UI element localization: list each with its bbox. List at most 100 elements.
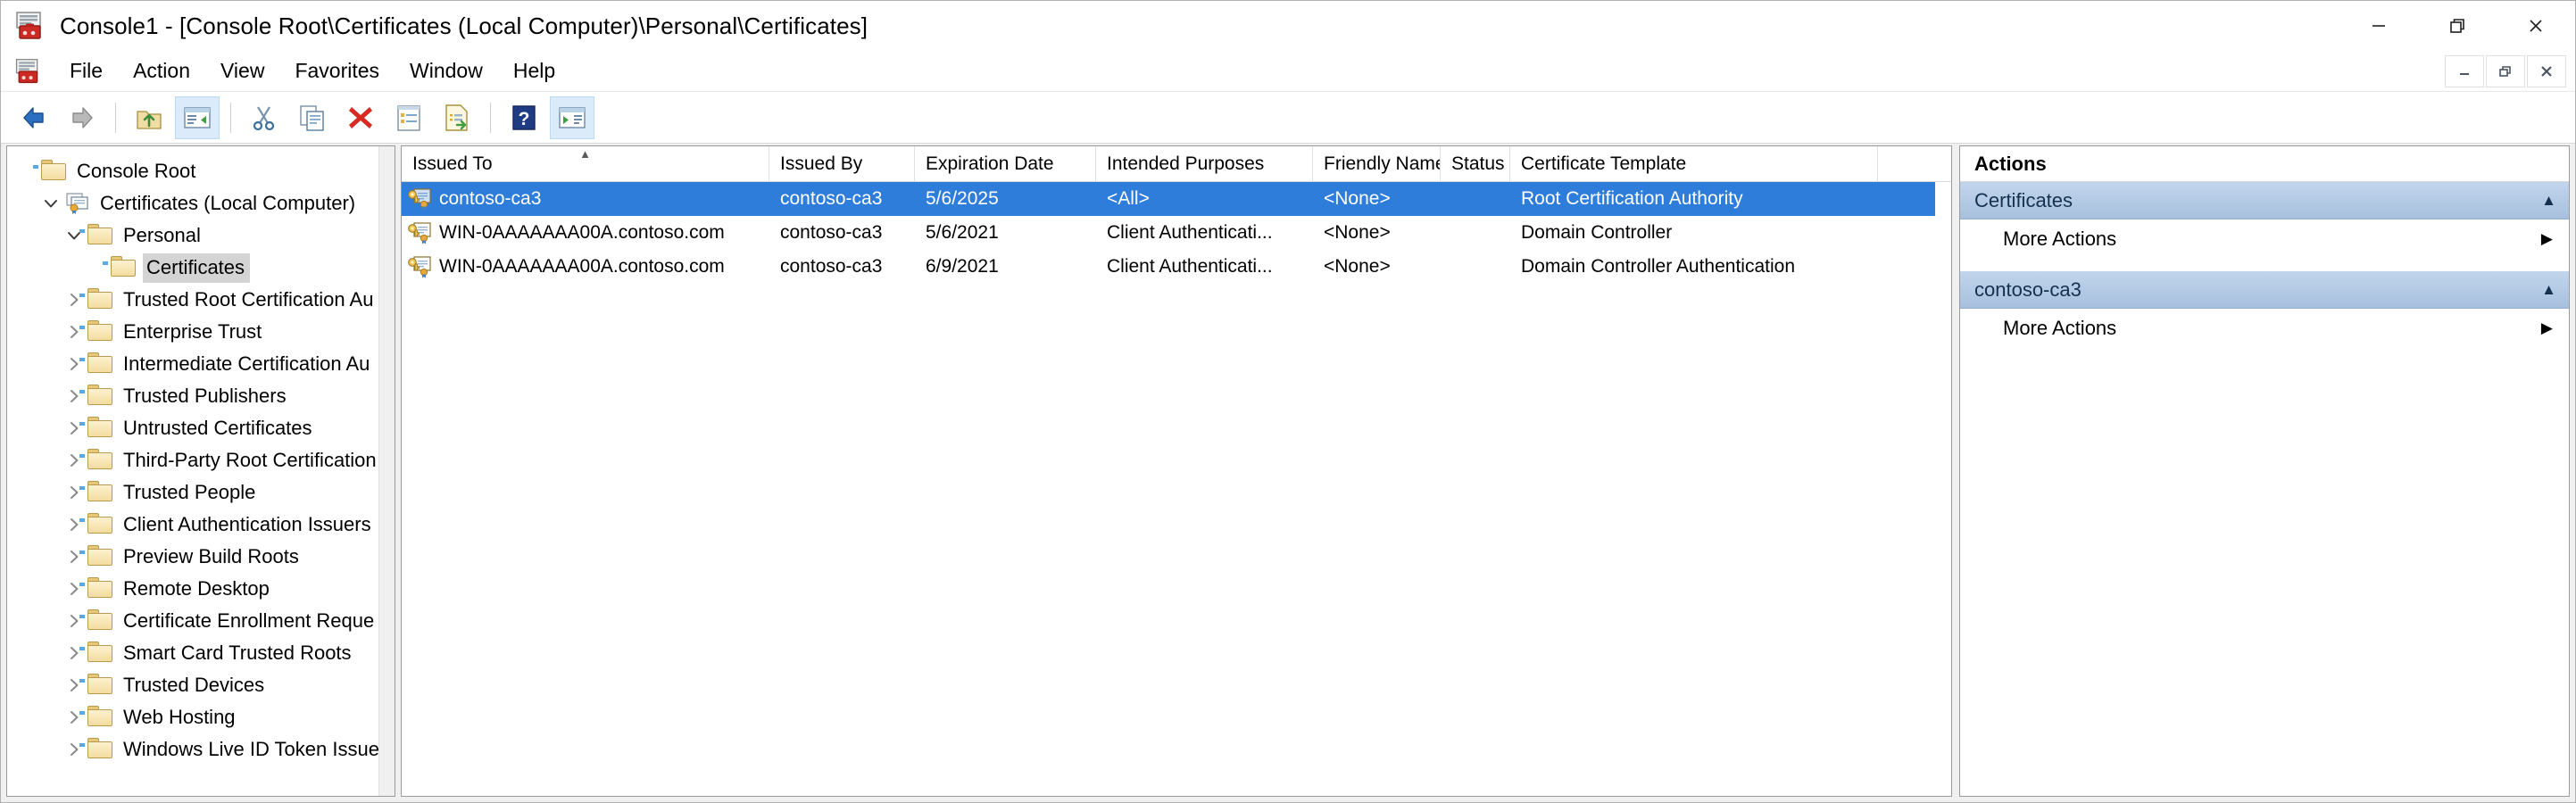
menu-item-favorites[interactable]: Favorites — [279, 54, 395, 88]
toolbar-separator — [490, 103, 491, 133]
column-header-friendly-name[interactable]: Friendly Name — [1313, 146, 1441, 181]
actions-group-header[interactable]: contoso-ca3▲ — [1960, 271, 2569, 309]
toolbar-separator — [230, 103, 231, 133]
column-header-expiration-date[interactable]: Expiration Date — [915, 146, 1096, 181]
tree-item-smart-card-trusted-roots[interactable]: Smart Card Trusted Roots — [7, 637, 395, 669]
cell-expiration-date: 6/9/2021 — [915, 256, 1096, 277]
column-header-intended-purposes[interactable]: Intended Purposes — [1096, 146, 1313, 181]
certificate-icon — [407, 187, 432, 211]
cell-text: Domain Controller — [1521, 222, 1672, 244]
tree-item-web-hosting[interactable]: Web Hosting — [7, 701, 395, 733]
tree-item-preview-build-roots[interactable]: Preview Build Roots — [7, 541, 395, 573]
up-one-level-icon[interactable] — [127, 96, 171, 139]
cell-issued-by: contoso-ca3 — [769, 256, 915, 277]
tree-item-trusted-root-certification-au[interactable]: Trusted Root Certification Au — [7, 284, 395, 316]
show-action-pane-icon[interactable] — [550, 96, 594, 139]
tree-item-trusted-devices[interactable]: Trusted Devices — [7, 669, 395, 701]
cell-text: contoso-ca3 — [780, 188, 882, 210]
tree-item-label: Enterprise Trust — [120, 318, 267, 347]
submenu-arrow-icon: ▶ — [2541, 319, 2553, 337]
tree-item-third-party-root-certification[interactable]: Third-Party Root Certification — [7, 444, 395, 476]
actions-item-more-actions[interactable]: More Actions▶ — [1960, 309, 2569, 348]
back-icon[interactable] — [12, 96, 56, 139]
tree-item-certificates[interactable]: Certificates — [7, 252, 395, 284]
tree-item-certificates-local-computer[interactable]: Certificates (Local Computer) — [7, 187, 395, 219]
actions-item-label: More Actions — [2003, 228, 2541, 251]
folder-icon — [87, 545, 114, 568]
menu-item-help[interactable]: Help — [498, 54, 570, 88]
actions-item-label: More Actions — [2003, 317, 2541, 340]
column-header-label: Expiration Date — [926, 153, 1054, 175]
cell-friendly-name: <None> — [1313, 256, 1441, 277]
folder-icon — [87, 706, 114, 729]
toolbar-separator — [115, 103, 116, 133]
tree-item-certificate-enrollment-reque[interactable]: Certificate Enrollment Reque — [7, 605, 395, 637]
mdi-window-controls — [2445, 55, 2566, 87]
tree-item-intermediate-certification-au[interactable]: Intermediate Certification Au — [7, 348, 395, 380]
tree-item-untrusted-certificates[interactable]: Untrusted Certificates — [7, 412, 395, 444]
actions-item-more-actions[interactable]: More Actions▶ — [1960, 219, 2569, 259]
copy-icon[interactable] — [290, 96, 335, 139]
cell-issued-to: contoso-ca3 — [402, 187, 769, 211]
folder-icon — [87, 513, 114, 536]
column-header-certificate-template[interactable]: Certificate Template — [1510, 146, 1878, 181]
actions-group-header[interactable]: Certificates▲ — [1960, 182, 2569, 219]
cell-text: <None> — [1324, 222, 1391, 244]
collapse-up-icon[interactable]: ▲ — [2541, 281, 2556, 299]
properties-icon[interactable] — [386, 96, 431, 139]
menu-item-file[interactable]: File — [54, 54, 118, 88]
cell-text: Root Certification Authority — [1521, 188, 1743, 210]
collapse-up-icon[interactable]: ▲ — [2541, 192, 2556, 210]
mdi-close-icon[interactable] — [2527, 55, 2566, 87]
column-header-label: Issued To — [412, 153, 493, 175]
mdi-restore-icon[interactable] — [2486, 55, 2525, 87]
menu-item-action[interactable]: Action — [118, 54, 205, 88]
menu-bar: File Action View Favorites Window Help — [1, 51, 2575, 92]
minimize-icon[interactable] — [2339, 1, 2418, 51]
actions-pane-title: Actions — [1960, 146, 2569, 182]
cell-intended-purposes: Client Authenticati... — [1096, 256, 1313, 277]
tree-item-label: Intermediate Certification Au — [120, 350, 375, 379]
certificates-list: contoso-ca3contoso-ca35/6/2025<All><None… — [402, 182, 1951, 796]
cell-intended-purposes: <All> — [1096, 188, 1313, 210]
tree-scrollbar[interactable] — [378, 146, 395, 796]
export-list-icon[interactable] — [435, 96, 479, 139]
tree-item-personal[interactable]: Personal — [7, 219, 395, 252]
tree-item-trusted-publishers[interactable]: Trusted Publishers — [7, 380, 395, 412]
list-scrollbar[interactable] — [1935, 182, 1951, 796]
tree-item-enterprise-trust[interactable]: Enterprise Trust — [7, 316, 395, 348]
column-header-status[interactable]: Status — [1441, 146, 1510, 181]
menu-item-window[interactable]: Window — [395, 54, 498, 88]
menu-item-view[interactable]: View — [205, 54, 279, 88]
show-hide-console-tree-icon[interactable] — [175, 96, 220, 139]
tree-item-trusted-people[interactable]: Trusted People — [7, 476, 395, 509]
tree-item-remote-desktop[interactable]: Remote Desktop — [7, 573, 395, 605]
help-icon[interactable]: ? — [502, 96, 546, 139]
column-header-issued-to[interactable]: ▲Issued To — [402, 146, 769, 181]
chevron-down-icon[interactable] — [37, 195, 64, 212]
restore-icon[interactable] — [2418, 1, 2497, 51]
cell-certificate-template: Domain Controller Authentication — [1510, 256, 1878, 277]
folder-icon — [87, 352, 114, 376]
console-tree: Console RootCertificates (Local Computer… — [7, 146, 395, 766]
list-column-headers: ▲Issued ToIssued By Expiration Date Intend… — [402, 146, 1951, 182]
certificate-row[interactable]: contoso-ca3contoso-ca35/6/2025<All><None… — [402, 182, 1951, 216]
menu-items: File Action View Favorites Window Help — [54, 54, 570, 88]
folder-icon — [87, 385, 114, 408]
tree-item-windows-live-id-token-issue[interactable]: Windows Live ID Token Issue — [7, 733, 395, 766]
certificate-row[interactable]: WIN-0AAAAAAA00A.contoso.com contoso-ca3 6/… — [402, 250, 1951, 284]
column-header-label: Status — [1451, 153, 1505, 175]
cell-text: Domain Controller Authentication — [1521, 256, 1795, 277]
tree-item-client-authentication-issuers[interactable]: Client Authentication Issuers — [7, 509, 395, 541]
mdi-minimize-icon[interactable] — [2445, 55, 2484, 87]
tree-item-console-root[interactable]: Console Root — [7, 155, 395, 187]
cell-text: contoso-ca3 — [780, 256, 882, 277]
cut-icon[interactable] — [242, 96, 287, 139]
close-icon[interactable] — [2497, 1, 2575, 51]
cell-text: WIN-0AAAAAAA00A.contoso.com — [439, 256, 725, 277]
certificate-row[interactable]: WIN-0AAAAAAA00A.contoso.comcontoso-ca35/… — [402, 216, 1951, 250]
column-header-label: Intended Purposes — [1107, 153, 1264, 175]
column-header-issued-by[interactable]: Issued By — [769, 146, 915, 181]
forward-icon[interactable] — [60, 96, 104, 139]
delete-icon[interactable] — [338, 96, 383, 139]
